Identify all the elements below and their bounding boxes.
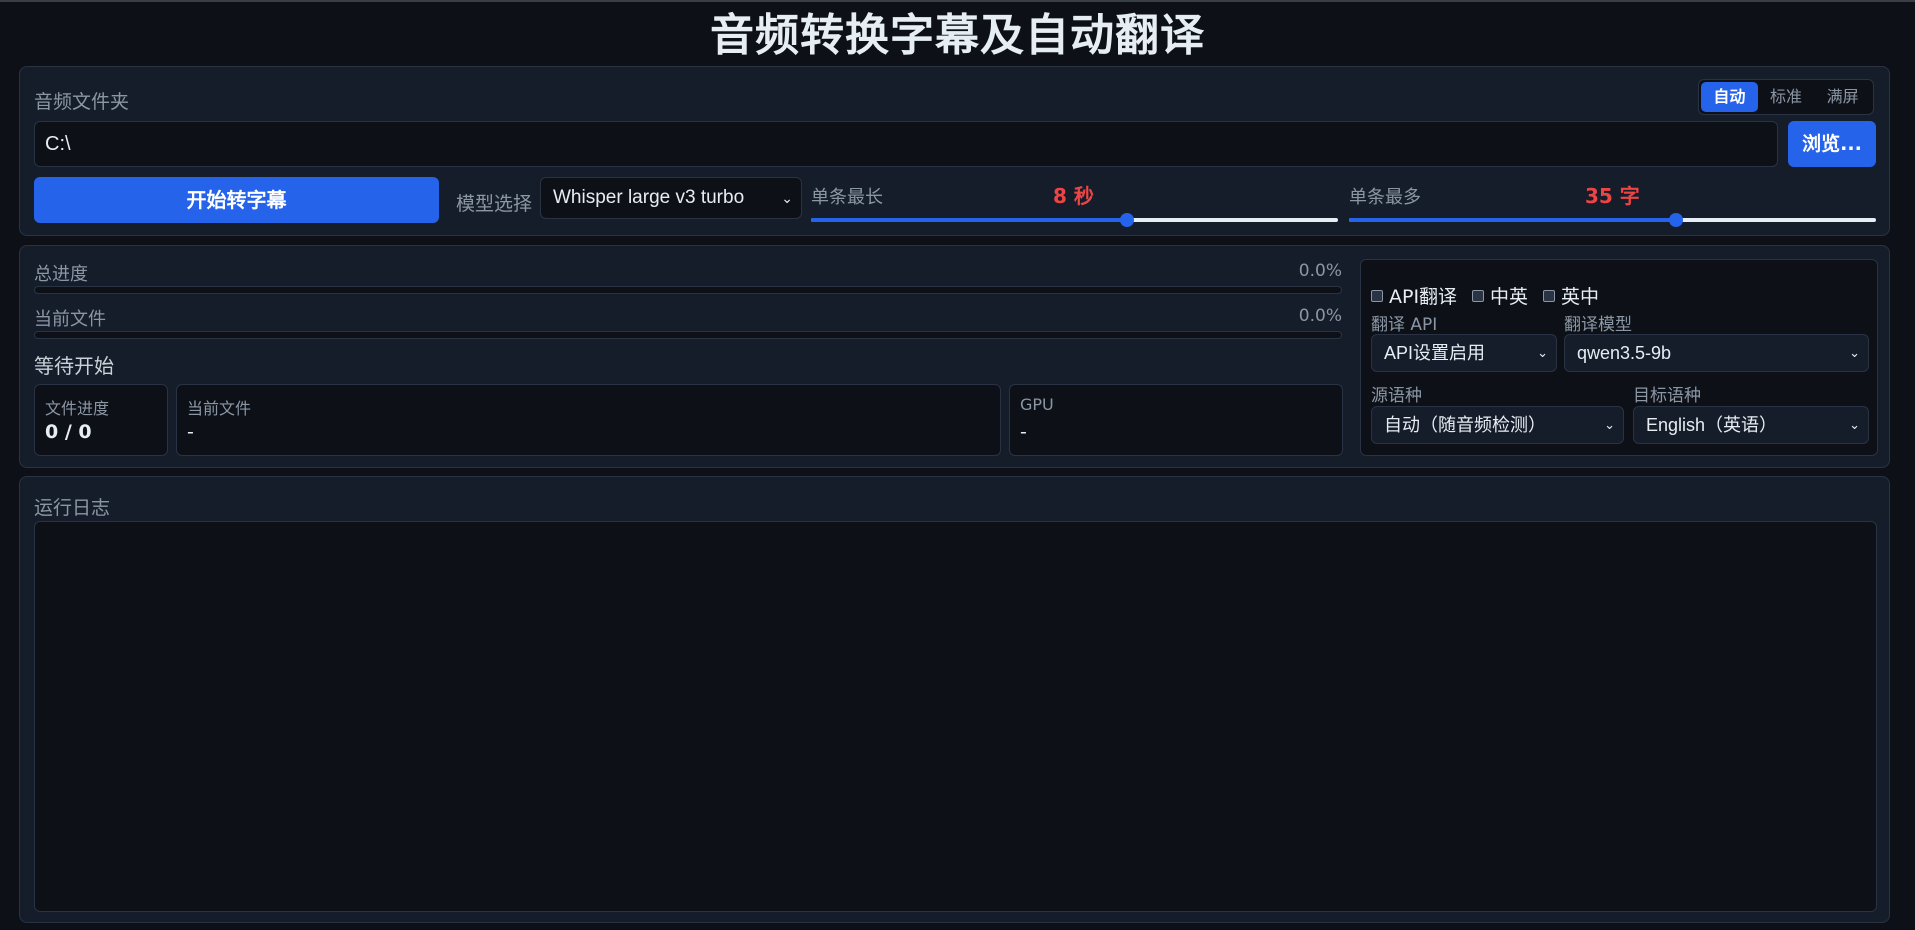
current-file-progress-bar	[34, 331, 1342, 339]
translate-model-label: 翻译模型	[1564, 315, 1632, 335]
translate-api-label: 翻译 API	[1371, 315, 1438, 335]
max-chars-slider-thumb[interactable]	[1669, 213, 1683, 227]
total-progress-percent: 0.0%	[1298, 261, 1342, 281]
mode-standard-button[interactable]: 标准	[1758, 82, 1815, 112]
max-duration-slider-fill	[811, 218, 1127, 222]
max-chars-label: 单条最多	[1349, 187, 1421, 208]
browse-button[interactable]: 浏览...	[1788, 121, 1876, 167]
max-duration-slider-thumb[interactable]	[1120, 213, 1134, 227]
chevron-down-icon: ⌄	[1604, 417, 1615, 432]
api-translate-label: API翻译	[1389, 286, 1458, 308]
gpu-card: GPU -	[1009, 384, 1343, 456]
window-top-border	[0, 0, 1915, 2]
target-language-value: English（英语）	[1646, 415, 1778, 435]
chevron-down-icon: ⌄	[1849, 345, 1860, 360]
current-file-label: 当前文件	[187, 399, 252, 418]
max-chars-value: 35 字	[1585, 184, 1640, 208]
current-file-progress-label: 当前文件	[34, 309, 106, 330]
source-language-select[interactable]: 自动（随音频检测） ⌄	[1371, 406, 1624, 444]
target-language-select[interactable]: English（英语） ⌄	[1633, 406, 1869, 444]
target-language-label: 目标语种	[1633, 386, 1701, 406]
input-panel: 音频文件夹 自动 标准 满屏 C:\ 浏览... 开始转字幕 模型选择 Whis…	[19, 66, 1890, 236]
translate-model-value: qwen3.5-9b	[1577, 343, 1672, 363]
file-progress-card: 文件进度 0 / 0	[34, 384, 168, 456]
log-label: 运行日志	[34, 497, 111, 519]
max-chars-slider[interactable]	[1349, 213, 1876, 227]
current-file-progress-percent: 0.0%	[1298, 306, 1342, 326]
en-zh-label: 英中	[1561, 286, 1600, 308]
en-zh-checkbox[interactable]: 英中	[1543, 282, 1599, 309]
file-progress-value: 0 / 0	[45, 421, 92, 443]
log-panel: 运行日志	[19, 476, 1890, 923]
mode-fullscreen-button[interactable]: 满屏	[1814, 82, 1871, 112]
total-progress-label: 总进度	[34, 264, 88, 285]
chevron-down-icon: ⌄	[1537, 345, 1548, 360]
model-select-value: Whisper large v3 turbo	[553, 187, 745, 208]
gpu-value: -	[1020, 421, 1027, 443]
current-file-value: -	[187, 421, 194, 443]
log-output[interactable]	[34, 521, 1877, 912]
display-mode-toggle: 自动 标准 满屏	[1698, 79, 1874, 115]
source-language-value: 自动（随音频检测）	[1384, 415, 1546, 435]
checkbox-icon	[1371, 289, 1383, 302]
folder-label: 音频文件夹	[34, 91, 130, 113]
status-text: 等待开始	[34, 354, 114, 378]
translate-api-value: API设置启用	[1384, 343, 1486, 363]
mode-auto-button[interactable]: 自动	[1701, 82, 1758, 112]
chevron-down-icon: ⌄	[1849, 417, 1860, 432]
max-duration-value: 8 秒	[1053, 184, 1094, 208]
translation-settings: API翻译 中英 英中 翻译 API API设置启用 ⌄ 翻译模型 qwen3.…	[1360, 259, 1878, 456]
current-file-card: 当前文件 -	[176, 384, 1001, 456]
model-label: 模型选择	[456, 193, 533, 215]
zh-en-checkbox[interactable]: 中英	[1472, 282, 1528, 309]
translate-api-select[interactable]: API设置启用 ⌄	[1371, 334, 1557, 372]
gpu-label: GPU	[1020, 395, 1054, 414]
progress-panel: 总进度 0.0% 当前文件 0.0% 等待开始 文件进度 0 / 0 当前文件 …	[19, 245, 1890, 468]
max-duration-slider[interactable]	[811, 213, 1338, 227]
zh-en-label: 中英	[1490, 286, 1529, 308]
translate-model-select[interactable]: qwen3.5-9b ⌄	[1564, 334, 1869, 372]
max-duration-label: 单条最长	[811, 187, 883, 208]
folder-path-input[interactable]: C:\	[34, 121, 1778, 167]
total-progress-bar	[34, 286, 1342, 294]
checkbox-icon	[1543, 289, 1555, 302]
max-chars-slider-fill	[1349, 218, 1676, 222]
source-language-label: 源语种	[1371, 386, 1422, 406]
start-transcribe-button[interactable]: 开始转字幕	[34, 177, 439, 223]
api-translate-checkbox[interactable]: API翻译	[1371, 282, 1457, 309]
model-select[interactable]: Whisper large v3 turbo ⌄	[540, 177, 802, 219]
checkbox-icon	[1472, 289, 1484, 302]
page-title: 音频转换字幕及自动翻译	[710, 10, 1205, 61]
chevron-down-icon: ⌄	[781, 190, 793, 206]
file-progress-label: 文件进度	[45, 399, 110, 418]
